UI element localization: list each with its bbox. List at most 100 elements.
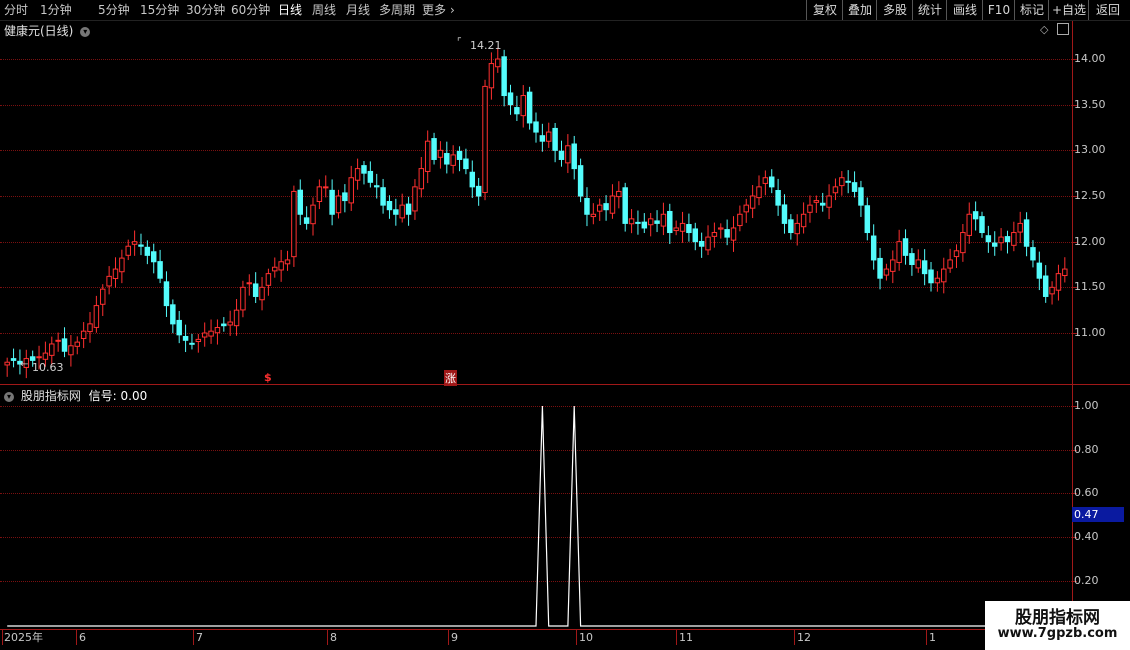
candle-body <box>660 213 667 227</box>
candle-body <box>310 204 316 225</box>
candle-body <box>749 195 756 209</box>
candle-body <box>1017 222 1023 233</box>
candle-body <box>201 332 208 338</box>
candle-body <box>469 171 476 188</box>
candle-body <box>992 242 998 247</box>
candle-body <box>883 268 890 276</box>
candle-body <box>87 323 93 333</box>
candle-body <box>667 210 673 234</box>
candle-body <box>807 204 813 213</box>
candle-body <box>119 257 125 273</box>
candle-body <box>960 232 966 254</box>
x-axis-separator <box>0 629 1130 630</box>
candle-body <box>240 286 246 311</box>
candle-body <box>902 238 909 256</box>
candle-body <box>29 356 36 361</box>
x-tick: 7 <box>196 631 203 644</box>
low-label: 10.63 <box>32 361 64 374</box>
candle-body <box>724 229 730 238</box>
candle-body <box>864 205 871 234</box>
candle-body <box>495 58 501 68</box>
candle-body <box>698 240 705 247</box>
candle-body <box>596 204 603 212</box>
watermark-url: www.7gpzb.com <box>997 626 1118 641</box>
y-tick: 13.00 <box>1074 143 1106 156</box>
candle-body <box>418 168 425 190</box>
candle-body <box>412 186 418 212</box>
candle-body <box>291 190 297 258</box>
y-tick: 11.50 <box>1074 280 1106 293</box>
candle-body <box>68 345 74 356</box>
x-tick: 11 <box>679 631 693 644</box>
dividend-marker[interactable]: $ <box>264 371 272 384</box>
candle-body <box>335 195 342 214</box>
candle-body <box>616 190 622 198</box>
candle-body <box>246 282 253 285</box>
candle-body <box>565 145 571 164</box>
candle-body <box>138 244 144 247</box>
candle-body <box>870 235 877 261</box>
candle-body <box>361 165 367 174</box>
candle-body <box>227 321 233 326</box>
candle-body <box>998 236 1004 244</box>
candle-body <box>673 227 679 232</box>
candle-body <box>546 131 552 142</box>
candle-body <box>679 222 686 232</box>
candle-body <box>788 219 794 234</box>
candle-body <box>1062 268 1068 277</box>
candle-body <box>972 211 979 220</box>
candle-body <box>692 228 699 243</box>
candle-body <box>93 305 100 328</box>
y-tick: 12.00 <box>1074 235 1106 248</box>
candle-body <box>488 63 495 89</box>
candle-body <box>399 204 405 219</box>
candle-body <box>125 245 131 256</box>
candle-body <box>437 149 444 158</box>
candle-body <box>800 213 807 228</box>
candle-body <box>635 221 641 224</box>
candle-body <box>558 150 565 160</box>
candle-body <box>571 143 577 170</box>
candle-body <box>819 202 826 206</box>
candle-body <box>947 259 953 269</box>
candle-body <box>303 217 310 224</box>
candle-body <box>61 338 68 352</box>
candle-body <box>252 283 259 297</box>
cursor-value-box: 0.47 <box>1072 507 1124 522</box>
candle-body <box>100 288 106 305</box>
candle-body <box>762 177 769 184</box>
candle-body <box>520 95 526 117</box>
candle-body <box>533 121 539 133</box>
candle-body <box>979 216 985 234</box>
y-tick: 13.50 <box>1074 98 1106 111</box>
candle-body <box>259 286 265 301</box>
candle-body <box>278 261 284 271</box>
y-tick: 0.60 <box>1074 486 1099 499</box>
signal-line-chart <box>7 405 1065 627</box>
candle-body <box>49 343 55 356</box>
candle-body <box>444 153 450 165</box>
candle-body <box>106 275 112 287</box>
watermark: 股朋指标网 www.7gpzb.com <box>985 601 1130 650</box>
candle-body <box>386 200 393 211</box>
candle-body <box>915 259 922 269</box>
candle-body <box>775 190 781 206</box>
candle-body <box>928 269 934 284</box>
candle-body <box>539 135 546 142</box>
main-axis-border <box>1072 21 1073 384</box>
y-tick: 0.40 <box>1074 530 1099 543</box>
candle-body <box>711 232 718 237</box>
candle-body <box>367 170 374 183</box>
candle-body <box>36 356 42 359</box>
y-tick: 0.20 <box>1074 574 1099 587</box>
candle-body <box>373 185 380 188</box>
candle-body <box>654 220 660 224</box>
candle-body <box>826 195 832 208</box>
y-tick: 11.00 <box>1074 326 1106 339</box>
candle-body <box>80 330 87 339</box>
back-button[interactable]: 返回 <box>1088 0 1127 20</box>
y-tick: 12.50 <box>1074 189 1106 202</box>
side-strip <box>1120 22 1130 384</box>
candle-body <box>1004 236 1011 243</box>
candle-body <box>622 187 628 224</box>
